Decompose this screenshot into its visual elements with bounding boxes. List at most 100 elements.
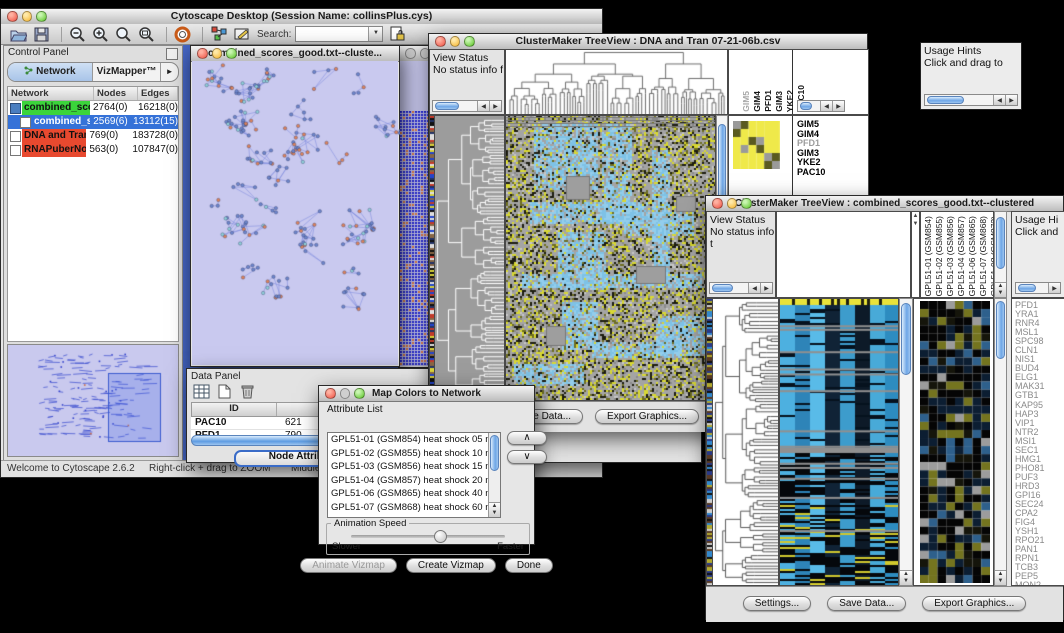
minimize-icon[interactable] [340, 388, 351, 399]
labels-vertical-scrollbar[interactable]: ▲▼ [994, 211, 1007, 298]
tab-vizmapper[interactable]: VizMapper™ [93, 63, 161, 81]
network-table-row[interactable]: RNAPuberNov2+ 563(0) 107847(0) [8, 143, 178, 157]
network-file-icon [10, 145, 21, 156]
done-button[interactable]: Done [505, 558, 553, 573]
attribute-list-scrollbar[interactable]: ▲▼ [488, 433, 500, 517]
scroll-arrows-icon: ▲▼ [995, 570, 1006, 585]
heatmap-vertical-scrollbar[interactable]: ▲▼ [899, 298, 913, 586]
annotation-icon[interactable] [232, 26, 251, 43]
zoom-vertical-scrollbar[interactable]: ▲▼ [994, 298, 1007, 586]
treeview-dna-title-bar[interactable]: ClusterMaker TreeView : DNA and Tran 07-… [429, 34, 867, 50]
close-icon[interactable] [197, 48, 208, 59]
background-window-title-bar[interactable] [399, 46, 429, 62]
tab-overflow-arrow[interactable]: ► [161, 63, 178, 81]
open-session-icon[interactable] [9, 26, 28, 43]
attribute-list-item[interactable]: GPL51-07 (GSM868) heat shock 60 min [328, 501, 489, 515]
column-labels: GPL51-01 (GSM854)GPL51-02 (GSM855)GPL51-… [923, 216, 994, 296]
column-dendrogram-panel[interactable] [776, 211, 911, 298]
move-down-button[interactable]: ∨ [507, 450, 547, 464]
minimize-icon[interactable] [727, 198, 738, 209]
row-dendrogram-panel[interactable] [434, 115, 505, 401]
vizmapper-icon[interactable] [209, 26, 228, 43]
attribute-list-item[interactable]: GPL51-01 (GSM854) heat shock 05 min [328, 433, 489, 447]
network-table-header: Network Nodes Edges [8, 87, 178, 101]
attribute-table-icon[interactable] [191, 382, 211, 400]
close-icon[interactable] [712, 198, 723, 209]
column-dendrogram-panel[interactable] [505, 49, 728, 115]
network-canvas[interactable] [192, 61, 398, 365]
close-icon[interactable] [405, 48, 416, 59]
treeview-button[interactable]: Export Graphics... [595, 409, 699, 424]
session-settings-icon[interactable] [388, 26, 407, 43]
animation-speed-slider[interactable] [351, 535, 505, 538]
network-table-row[interactable]: DNA and Tran 07 769(0) 183728(0) [8, 129, 178, 143]
close-icon[interactable] [325, 388, 336, 399]
split-arrows-strip[interactable]: ▲▼ [911, 211, 920, 298]
zoom-window-icon[interactable] [354, 388, 365, 399]
network-file-icon [20, 117, 31, 128]
attribute-list-item[interactable]: GPL51-02 (GSM855) heat shock 10 min [328, 447, 489, 461]
save-session-icon[interactable] [32, 26, 51, 43]
animate-vizmap-button[interactable]: Animate Vizmap [300, 558, 397, 573]
column-label: GPL51-03 (GSM856) [945, 216, 955, 296]
network-table-row[interactable]: combined_scores_ 2764(0) 16218(0) [8, 101, 178, 115]
minimize-icon[interactable] [450, 36, 461, 47]
new-attribute-icon[interactable] [214, 382, 234, 400]
toolbar-separator [61, 27, 62, 42]
zoom-selected-icon[interactable] [114, 26, 133, 43]
gene-list-panel: PFD1YRA1RNR4MSL1SPC98CLN1NIS1BUD4ELG1MAK… [1011, 298, 1064, 586]
slider-knob[interactable] [434, 530, 447, 543]
heatmap-panel[interactable] [505, 115, 716, 401]
chevron-down-icon[interactable]: ▼ [368, 27, 382, 41]
zoom-matrix-thumbnail[interactable] [920, 301, 990, 583]
delete-attribute-icon[interactable] [237, 382, 257, 400]
tab-network[interactable]: Network [8, 63, 93, 81]
column-label: GPL51-02 (GSM855) [934, 216, 944, 296]
create-vizmap-button[interactable]: Create Vizmap [406, 558, 496, 573]
search-value [296, 27, 368, 41]
view-status-scrollbar[interactable]: ◀▶ [432, 100, 502, 112]
grid-network-view[interactable] [400, 61, 428, 366]
zoom-window-icon[interactable] [226, 48, 237, 59]
search-input[interactable]: ▼ [295, 26, 383, 42]
gene-label[interactable]: PAC10 [797, 168, 825, 178]
scroll-arrows-icon: ▲▼ [995, 282, 1006, 297]
usage-hints-scrollbar[interactable]: ▶ [1015, 282, 1061, 294]
zoom-in-icon[interactable] [91, 26, 110, 43]
usage-hints-scrollbar[interactable]: ◀▶ [924, 94, 1018, 106]
minimize-icon[interactable] [22, 11, 33, 22]
move-up-button[interactable]: ∧ [507, 431, 547, 445]
treeview-combined-title-bar[interactable]: ClusterMaker TreeView : combined_scores_… [706, 196, 1063, 212]
zoom-out-icon[interactable] [68, 26, 87, 43]
animation-speed-label: Animation Speed [331, 518, 409, 529]
close-icon[interactable] [7, 11, 18, 22]
column-label: GIM4 [752, 91, 762, 112]
zoom-window-icon[interactable] [36, 11, 47, 22]
zoom-fit-icon[interactable] [137, 26, 156, 43]
minimize-icon[interactable] [212, 48, 223, 59]
zoom-column-labels-panel: GIM5GIM4PFD1GIM3YKE2PAC10 ◀▶ [728, 49, 869, 115]
zoom-matrix-thumbnail[interactable] [733, 121, 780, 169]
treeview-combined-button-bar: Settings... Save Data... Export Graphics..… [706, 586, 1063, 622]
network-window-title-bar[interactable]: combined_scores_good.txt--cluste... [191, 46, 399, 62]
view-status-scrollbar[interactable]: ◀▶ [709, 282, 773, 294]
attribute-list-item[interactable]: GPL51-06 (GSM865) heat shock 40 min [328, 487, 489, 501]
treeview-button[interactable]: Export Graphics... [922, 596, 1026, 611]
zoom-window-icon[interactable] [741, 198, 752, 209]
zoom-window-icon[interactable] [464, 36, 475, 47]
treeview-button[interactable]: Settings... [743, 596, 811, 611]
treeview-button[interactable]: Save Data... [827, 596, 906, 611]
close-icon[interactable] [435, 36, 446, 47]
main-title-bar[interactable]: Cytoscape Desktop (Session Name: collins… [1, 9, 602, 25]
float-panel-icon[interactable] [166, 48, 178, 60]
heatmap-panel[interactable] [779, 298, 899, 586]
dialog-title-bar[interactable]: Map Colors to Network [319, 386, 534, 402]
labels-scrollbar[interactable]: ◀▶ [797, 100, 845, 112]
attribute-list-item[interactable]: GPL51-04 (GSM857) heat shock 20 min [328, 474, 489, 488]
attribute-list-label: Attribute List [327, 404, 383, 415]
network-overview-panel[interactable] [7, 344, 179, 457]
attribute-list-item[interactable]: GPL51-03 (GSM856) heat shock 15 min [328, 460, 489, 474]
row-dendrogram-panel[interactable] [712, 298, 779, 586]
network-table-row[interactable]: combined_sco 2569(6) 13112(15) [8, 115, 178, 129]
help-lifebuoy-icon[interactable] [173, 26, 192, 43]
